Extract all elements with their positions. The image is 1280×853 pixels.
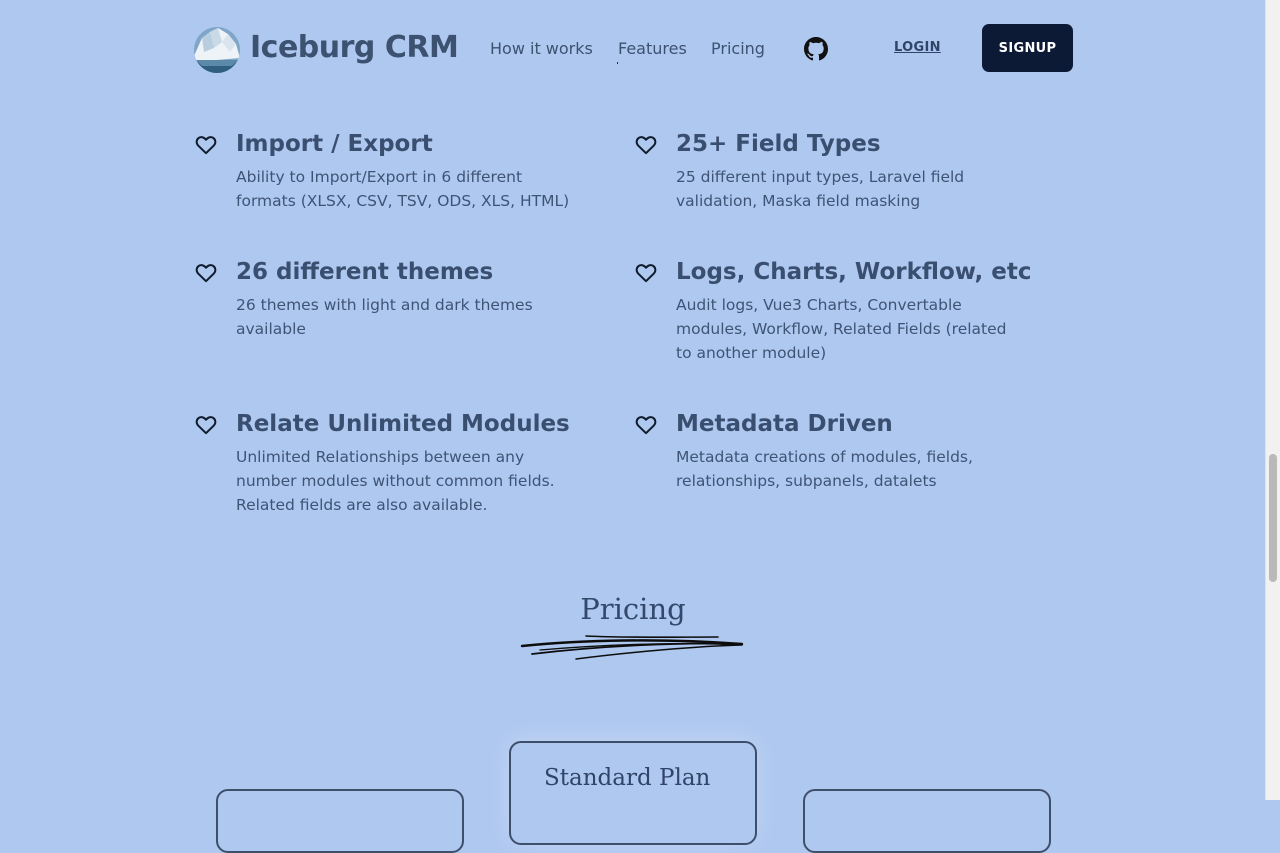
- scribble-underline-icon: [520, 635, 744, 660]
- heart-icon: [635, 264, 657, 283]
- heart-icon: [635, 136, 657, 155]
- heart-icon: [195, 136, 217, 155]
- feature-title: 26 different themes: [236, 259, 494, 285]
- nav-how-it-works[interactable]: How it works: [490, 39, 593, 58]
- pricing-section-title: Pricing: [580, 592, 686, 626]
- feature-description: 25 different input types, Laravel field …: [676, 168, 965, 210]
- feature-title: Relate Unlimited Modules: [236, 411, 570, 437]
- login-link[interactable]: LOGIN: [894, 40, 941, 55]
- feature-description: Metadata creations of modules, fields, r…: [676, 448, 973, 490]
- pricing-card[interactable]: [803, 789, 1051, 853]
- nav-active-indicator: [617, 62, 618, 64]
- iceberg-logo-icon[interactable]: [192, 26, 242, 74]
- pricing-card-standard[interactable]: Standard Plan: [509, 741, 757, 845]
- brand-name[interactable]: Iceburg CRM: [250, 30, 459, 65]
- signup-button[interactable]: SIGNUP: [982, 24, 1073, 72]
- vertical-scrollbar[interactable]: [1265, 0, 1280, 800]
- heart-icon: [635, 416, 657, 435]
- heart-icon: [195, 416, 217, 435]
- nav-pricing[interactable]: Pricing: [711, 39, 765, 58]
- pricing-card[interactable]: [216, 789, 464, 853]
- scrollbar-thumb[interactable]: [1269, 454, 1277, 582]
- nav-features[interactable]: Features: [618, 39, 687, 58]
- feature-title: Metadata Driven: [676, 411, 893, 437]
- feature-title: Logs, Charts, Workflow, etc: [676, 259, 1032, 285]
- feature-title: 25+ Field Types: [676, 131, 881, 157]
- feature-description: Unlimited Relationships between any numb…: [236, 448, 555, 514]
- feature-description: 26 themes with light and dark themes ava…: [236, 296, 533, 338]
- feature-description: Ability to Import/Export in 6 different …: [236, 168, 570, 210]
- plan-name: Standard Plan: [544, 765, 711, 791]
- feature-description: Audit logs, Vue3 Charts, Convertable mod…: [676, 296, 1007, 362]
- feature-title: Import / Export: [236, 131, 433, 157]
- github-icon[interactable]: [804, 37, 828, 61]
- site-header: Iceburg CRM How it works Features Pricin…: [0, 0, 1266, 96]
- heart-icon: [195, 264, 217, 283]
